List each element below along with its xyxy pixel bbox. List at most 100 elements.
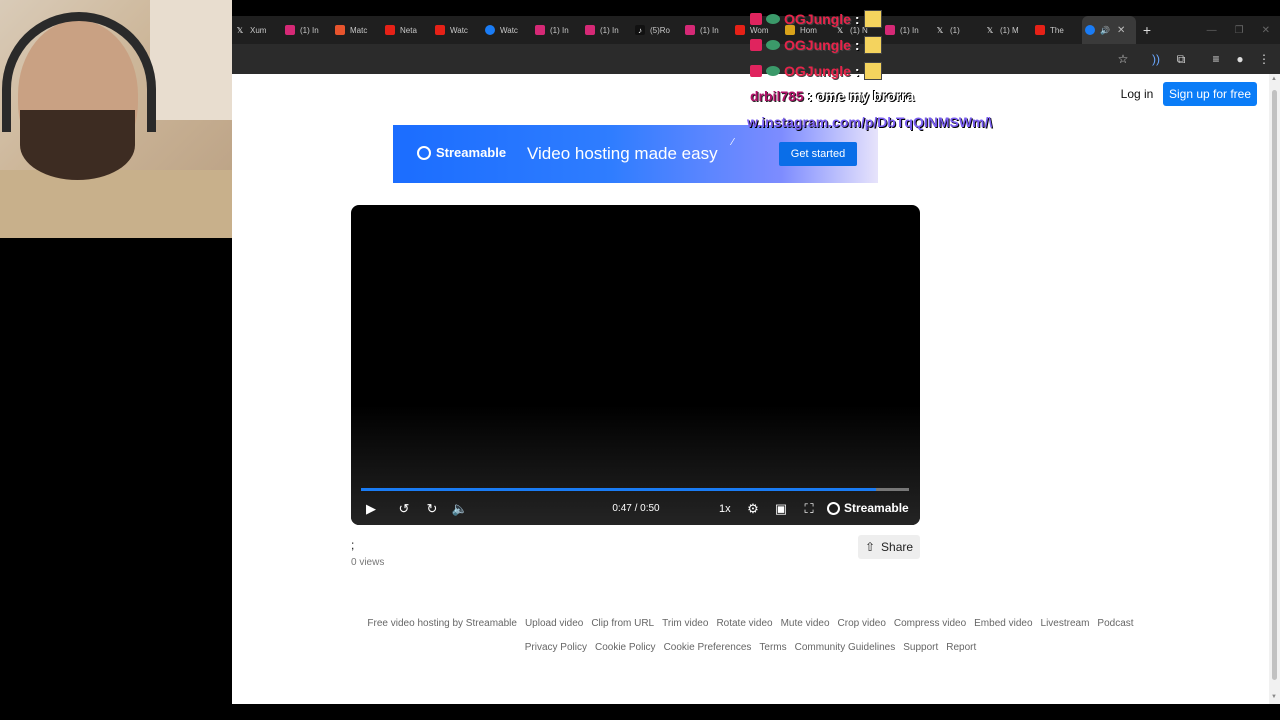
x-icon: 𝕏 [236,25,244,35]
window-controls: — ❐ ✕ [1207,16,1270,44]
player-brand-logo[interactable]: Streamable [827,501,909,515]
youtube-icon [1035,25,1045,35]
x-icon: 𝕏 [986,25,994,35]
instagram-icon [285,25,295,35]
footer-link[interactable]: Compress video [894,618,966,629]
emote-icon [863,62,882,80]
speaker-icon: 🔊 [1100,25,1110,35]
headphones-icon [2,12,156,132]
new-tab-button[interactable]: + [1136,22,1158,38]
footer-link[interactable]: Livestream [1041,618,1090,629]
browser-tab[interactable]: ♪ (5)Ro [632,16,682,44]
footer-link[interactable]: Podcast [1097,618,1133,629]
video-player[interactable]: ▶ ↺ ↻ 🔈 0:47 / 0:50 1x ⚙ ▣ ⛶ Streamable [351,205,920,525]
browser-tab[interactable]: The [1032,16,1082,44]
chat-url-line: w.instagram.com/p/DbTqQINMSWm/\ [747,114,993,130]
footer-link[interactable]: Rotate video [716,618,772,629]
browser-tab[interactable]: 𝕏 Xum [232,16,282,44]
footer-link[interactable]: Privacy Policy [525,642,587,653]
footer-links-secondary: Privacy Policy Cookie Policy Cookie Pref… [232,642,1269,653]
footer-link[interactable]: Clip from URL [591,618,654,629]
play-icon[interactable]: ▶ [361,501,381,517]
chat-badge-icon [750,65,762,77]
footer-link[interactable]: Cookie Policy [595,642,656,653]
scroll-up-icon[interactable]: ▲ [1271,76,1277,82]
browser-tab[interactable]: Matc [332,16,382,44]
browser-tab[interactable]: (1) In [282,16,332,44]
footer-link[interactable]: Cookie Preferences [664,642,752,653]
settings-gear-icon[interactable]: ⚙ [743,501,763,517]
webcam-background [150,0,232,120]
browser-tab-active[interactable]: 🔊 ✕ [1082,16,1136,44]
page-scrollbar[interactable]: ▲ ▼ [1269,74,1280,704]
instagram-icon [585,25,595,35]
footer-link[interactable]: Community Guidelines [795,642,896,653]
maximize-icon[interactable]: ❐ [1235,25,1244,36]
banner-tagline: Video hosting made easy [527,144,718,163]
rewind-10-icon[interactable]: ↺ [394,501,414,517]
x-icon: 𝕏 [936,25,944,35]
browser-tab[interactable]: (1) In [582,16,632,44]
view-count: 0 views [351,557,385,568]
profile-avatar-icon[interactable]: ● [1232,51,1248,67]
footer-link[interactable]: Mute video [781,618,830,629]
video-title: ; [351,538,355,552]
bookmark-star-icon[interactable]: ☆ [1115,51,1131,67]
webcam-shirt [0,170,232,238]
reading-list-icon[interactable]: ≡ [1208,51,1224,67]
footer-link[interactable]: Support [903,642,938,653]
tiktok-icon: ♪ [635,25,645,35]
match-icon [335,25,345,35]
banner-logo: Streamable [417,145,506,160]
time-display: 0:47 / 0:50 [612,503,660,514]
volume-icon[interactable]: 🔈 [450,501,470,517]
browser-tab[interactable]: Watc [482,16,532,44]
footer-link[interactable]: Crop video [838,618,886,629]
footer-link[interactable]: Trim video [662,618,708,629]
picture-in-picture-icon[interactable]: ▣ [771,501,791,517]
signup-button[interactable]: Sign up for free [1163,82,1257,106]
footer-link[interactable]: Upload video [525,618,583,629]
emote-icon [863,10,882,28]
menu-kebab-icon[interactable]: ⋮ [1256,51,1272,67]
scrollbar-thumb[interactable] [1272,90,1277,680]
footer-link[interactable]: Embed video [974,618,1032,629]
get-started-button[interactable]: Get started [779,142,857,166]
close-window-icon[interactable]: ✕ [1262,25,1270,36]
login-link[interactable]: Log in [1117,82,1157,106]
streamable-icon [1085,25,1095,35]
scroll-down-icon[interactable]: ▼ [1271,694,1277,700]
footer-link[interactable]: Report [946,642,976,653]
chat-line: OGJungle : [750,36,882,54]
browser-tab[interactable]: (1) In [532,16,582,44]
footer-link[interactable]: Free video hosting by Streamable [367,618,517,629]
footer-link[interactable]: Terms [759,642,786,653]
browser-tab[interactable]: Watc [432,16,482,44]
chat-badge-icon [766,40,780,50]
playback-speed-button[interactable]: 1x [719,503,731,515]
chat-line: OGJungle : [750,62,882,80]
youtube-icon [385,25,395,35]
browser-tab[interactable]: (1) In [882,16,932,44]
browser-tab[interactable]: 𝕏 (1) M [982,16,1032,44]
browser-tab[interactable]: 𝕏 (1) [932,16,982,44]
close-tab-icon[interactable]: ✕ [1117,25,1125,36]
promo-banner[interactable]: Streamable Video hosting made easy ⁄ Get… [393,125,878,183]
browser-tab[interactable]: (1) In [682,16,732,44]
minimize-icon[interactable]: — [1207,25,1217,36]
chat-badge-icon [750,39,762,51]
chat-badge-icon [750,13,762,25]
youtube-icon [735,25,745,35]
streamable-logo-icon [417,145,431,160]
share-icon: ⇧ [864,540,876,554]
screen-bottom-border [0,704,1280,720]
extensions-icon[interactable]: ⧉ [1173,51,1189,67]
fullscreen-icon[interactable]: ⛶ [799,501,819,517]
chat-badge-icon [766,66,780,76]
progress-bar[interactable] [361,488,909,491]
cast-icon[interactable]: )) [1148,51,1164,67]
share-button[interactable]: ⇧ Share [858,535,920,559]
forward-10-icon[interactable]: ↻ [422,501,442,517]
browser-tab[interactable]: Neta [382,16,432,44]
footer-links-primary: Free video hosting by Streamable Upload … [232,618,1269,629]
